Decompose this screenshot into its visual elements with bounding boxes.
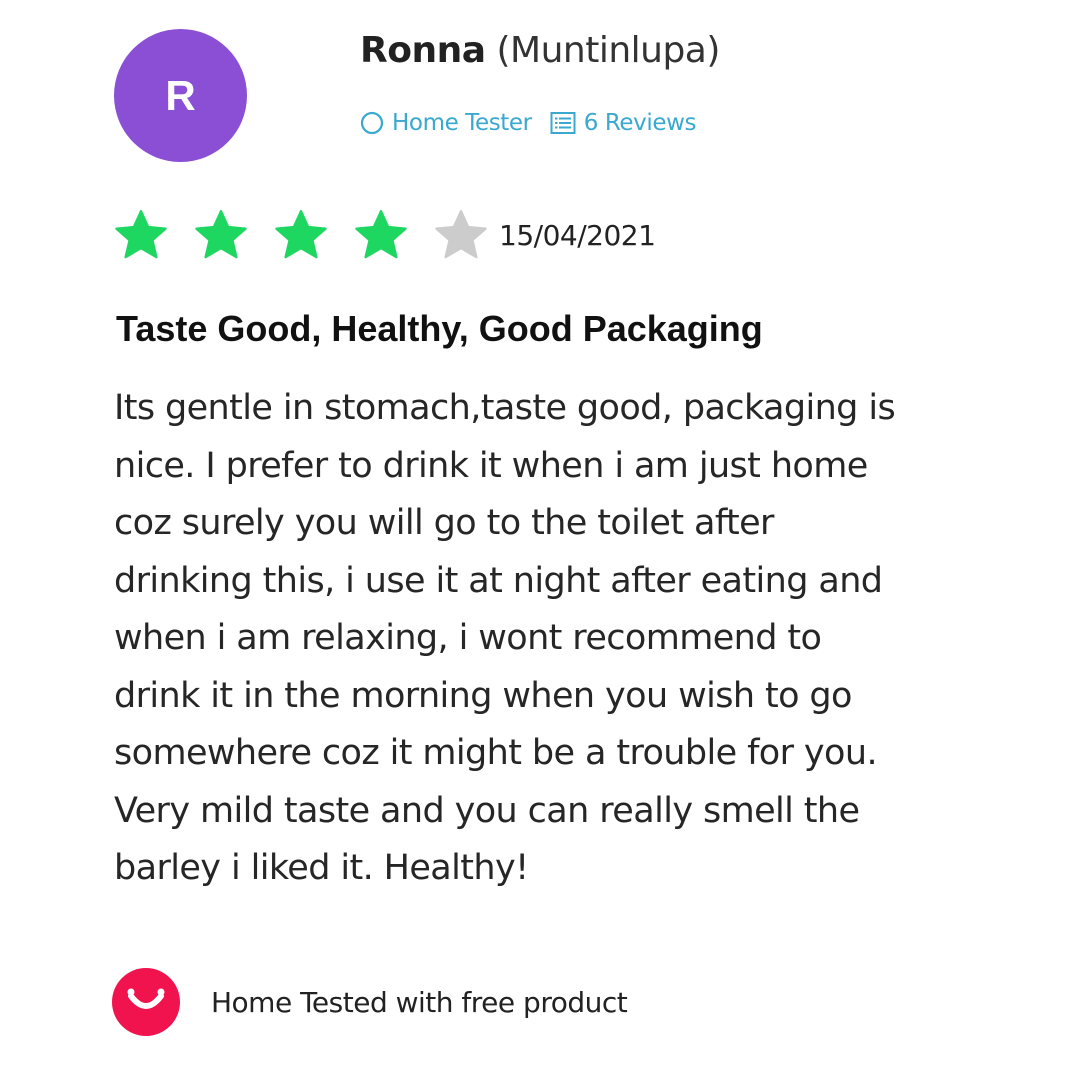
home-tested-note: Home Tested with free product (112, 968, 628, 1036)
circle-icon (360, 111, 384, 135)
review-body-line: Its gentle in stomach,taste good, packag… (114, 388, 896, 428)
reviews-count-label: 6 Reviews (583, 110, 697, 136)
review-body-line: when i am relaxing, i wont recommend to (114, 618, 822, 658)
home-tester-badge[interactable]: Home Tester (360, 110, 532, 136)
home-tester-label: Home Tester (392, 110, 532, 136)
review-body-line: drink it in the morning when you wish to… (114, 675, 852, 716)
review-card: R Ronna (Muntinlupa) Home Tester 6 Revie… (0, 0, 1080, 1080)
stars (113, 207, 513, 263)
review-body: Its gentle in stomach,taste good, packag… (114, 380, 994, 898)
review-body-line: drinking this, i use it at night after e… (114, 560, 883, 601)
review-title: Taste Good, Healthy, Good Packaging (116, 308, 763, 349)
home-tested-text: Home Tested with free product (211, 985, 628, 1019)
star-rating: 15/04/2021 (113, 207, 656, 263)
smile-logo-icon (112, 968, 180, 1036)
review-body-line: Very mild taste and you can really smell… (114, 790, 860, 831)
reviewer-location: (Muntinlupa) (496, 30, 720, 71)
reviews-count-badge[interactable]: 6 Reviews (550, 110, 697, 136)
avatar[interactable]: R (114, 29, 247, 162)
review-body-line: nice. I prefer to drink it when i am jus… (114, 445, 868, 486)
star-filled-icon (113, 207, 169, 263)
star-filled-icon (193, 207, 249, 263)
review-date: 15/04/2021 (499, 218, 656, 252)
star-empty-icon (433, 207, 489, 263)
star-filled-icon (273, 207, 329, 263)
avatar-initial: R (165, 71, 196, 119)
list-icon (550, 111, 576, 135)
review-body-line: coz surely you will go to the toilet aft… (114, 503, 774, 543)
review-body-line: barley i liked it. Healthy! (114, 848, 529, 888)
review-body-line: somewhere coz it might be a trouble for … (114, 733, 878, 773)
star-filled-icon (353, 207, 409, 263)
reviewer-heading: Ronna (Muntinlupa) (360, 30, 720, 71)
reviewer-badges: Home Tester 6 Reviews (360, 110, 697, 136)
reviewer-name[interactable]: Ronna (360, 30, 486, 71)
